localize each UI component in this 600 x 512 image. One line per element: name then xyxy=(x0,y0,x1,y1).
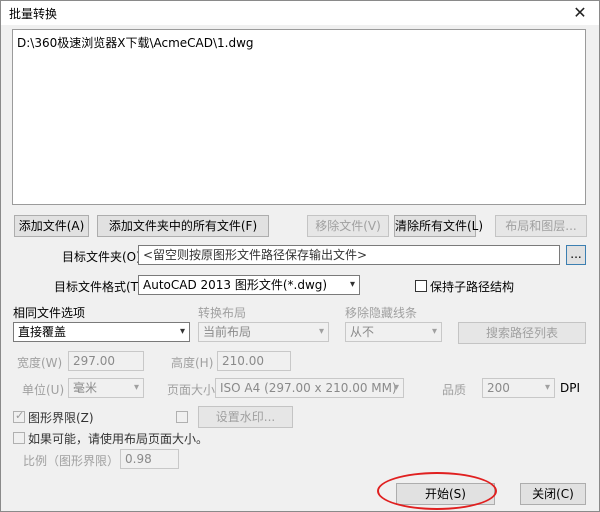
layout-layers-button[interactable]: 布局和图层... xyxy=(495,215,587,237)
chevron-down-icon: ▾ xyxy=(393,382,399,393)
same-file-select[interactable]: 直接覆盖 ▾ xyxy=(13,322,190,342)
width-input[interactable]: 297.00 xyxy=(68,351,144,371)
remove-file-button[interactable]: 移除文件(V) xyxy=(307,215,389,237)
extents-label: 图形界限(Z) xyxy=(28,411,94,425)
close-icon[interactable]: ✕ xyxy=(569,3,591,23)
add-file-button[interactable]: 添加文件(A) xyxy=(14,215,89,237)
close-button[interactable]: 关闭(C) xyxy=(520,483,586,505)
extents-checkbox[interactable]: ✓ xyxy=(13,409,25,423)
chevron-down-icon: ▾ xyxy=(133,382,139,393)
unit-label: 单位(U) xyxy=(22,383,65,397)
target-format-select[interactable]: AutoCAD 2013 图形文件(*.dwg) ▾ xyxy=(138,275,360,295)
chevron-down-icon: ▾ xyxy=(431,326,437,337)
target-folder-input[interactable]: <留空则按原图形文件路径保存输出文件> xyxy=(138,245,560,265)
chevron-down-icon: ▾ xyxy=(179,326,185,337)
set-watermark-button[interactable]: 设置水印... xyxy=(198,406,293,428)
width-label: 宽度(W) xyxy=(17,356,63,370)
same-file-value: 直接覆盖 xyxy=(18,325,67,339)
use-layout-size-label: 如果可能，请使用布局页面大小。 xyxy=(28,432,209,446)
page-size-label: 页面大小 xyxy=(167,383,216,397)
height-label: 高度(H) xyxy=(171,356,214,370)
unit-select[interactable]: 毫米 ▾ xyxy=(68,378,144,398)
use-layout-size-checkbox[interactable] xyxy=(13,432,25,444)
convert-layout-label: 转换布局 xyxy=(198,306,247,320)
remove-all-files-button[interactable]: 清除所有文件(L) xyxy=(394,215,483,237)
ratio-label: 比例（图形界限） xyxy=(23,454,120,468)
batch-convert-dialog: 批量转换 ✕ D:\360极速浏览器X下载\AcmeCAD\1.dwg 添加文件… xyxy=(0,0,600,512)
target-folder-label: 目标文件夹(O) xyxy=(62,250,141,264)
page-size-select[interactable]: ISO A4 (297.00 x 210.00 MM) ▾ xyxy=(215,378,404,398)
list-item[interactable]: D:\360极速浏览器X下载\AcmeCAD\1.dwg xyxy=(17,34,254,51)
quality-value: 200 xyxy=(487,381,510,395)
checkmark-icon: ✓ xyxy=(15,409,25,422)
chevron-down-icon: ▾ xyxy=(318,326,324,337)
dpi-label: DPI xyxy=(560,381,581,395)
browse-folder-button[interactable]: ... xyxy=(566,245,586,265)
hidden-lines-label: 移除隐藏线条 xyxy=(345,306,418,320)
quality-label: 品质 xyxy=(442,383,467,397)
file-list[interactable]: D:\360极速浏览器X下载\AcmeCAD\1.dwg xyxy=(12,29,586,205)
target-format-label: 目标文件格式(T) xyxy=(54,280,143,294)
chevron-down-icon: ▾ xyxy=(544,382,550,393)
hidden-lines-value: 从不 xyxy=(350,325,375,339)
window-title: 批量转换 xyxy=(9,7,58,21)
keep-subpath-label: 保持子路径结构 xyxy=(430,280,515,294)
page-size-value: ISO A4 (297.00 x 210.00 MM) xyxy=(220,381,397,395)
convert-layout-select[interactable]: 当前布局 ▾ xyxy=(198,322,329,342)
unit-value: 毫米 xyxy=(73,381,98,395)
keep-subpath-checkbox[interactable] xyxy=(415,280,427,292)
height-input[interactable]: 210.00 xyxy=(217,351,291,371)
add-folder-files-button[interactable]: 添加文件夹中的所有文件(F) xyxy=(97,215,269,237)
hidden-lines-select[interactable]: 从不 ▾ xyxy=(345,322,442,342)
title-bar: 批量转换 ✕ xyxy=(1,1,599,25)
quality-select[interactable]: 200 ▾ xyxy=(482,378,555,398)
ratio-input[interactable]: 0.98 xyxy=(120,449,179,469)
convert-layout-value: 当前布局 xyxy=(203,325,252,339)
same-file-label: 相同文件选项 xyxy=(13,306,86,320)
highlight-annotation xyxy=(377,472,497,510)
watermark-checkbox[interactable] xyxy=(176,411,188,423)
search-path-list-button[interactable]: 搜索路径列表 xyxy=(458,322,586,344)
target-format-value: AutoCAD 2013 图形文件(*.dwg) xyxy=(143,278,328,292)
chevron-down-icon: ▾ xyxy=(349,279,355,290)
